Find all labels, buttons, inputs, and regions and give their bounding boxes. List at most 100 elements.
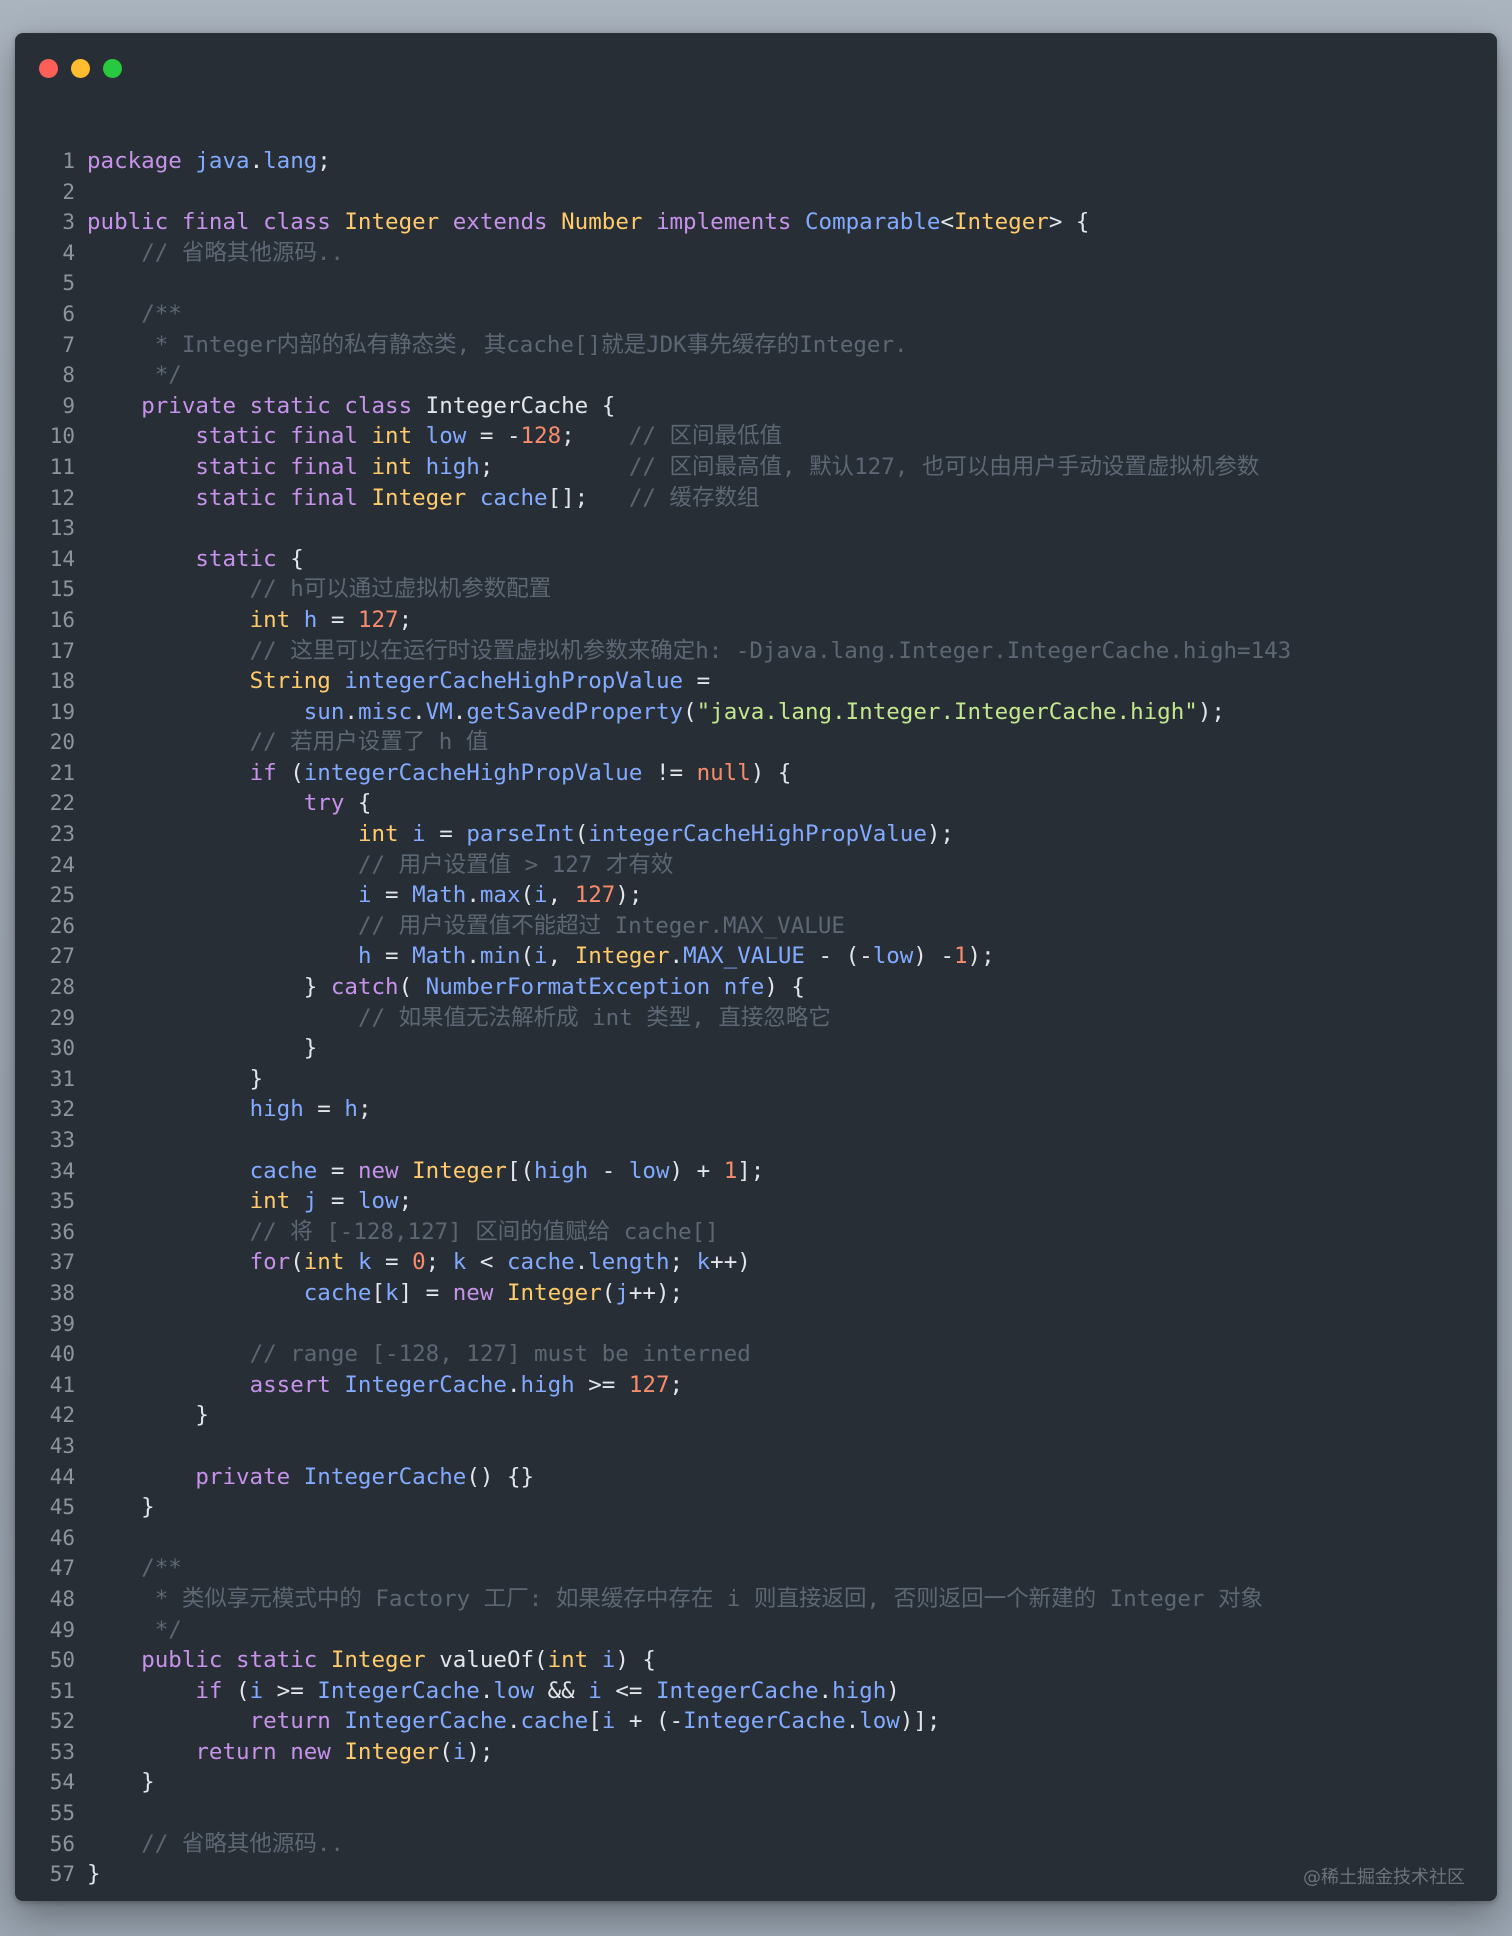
code-token: */ [154,1616,182,1643]
line-source: // range [-128, 127] must be interned [87,1339,751,1370]
maximize-window-button[interactable] [103,59,122,78]
code-token: ( [683,698,697,725]
code-token: // 省略其他源码.. [141,1830,344,1857]
code-token: = [371,943,413,970]
code-token: ) { [764,974,805,1001]
line-source: /** [87,299,182,330]
code-token: } [87,1402,209,1429]
code-token: final [290,453,358,480]
code-token: 0 [412,1249,426,1276]
line-source: } [87,1767,155,1798]
code-token: // 若用户设置了 h 值 [249,729,489,756]
line-number: 32 [49,1097,75,1122]
code-token: . [479,1677,494,1704]
code-token: int [371,423,413,450]
code-token: 127 [357,606,399,633]
line-source: h = Math.min(i, Integer.MAX_VALUE - (-lo… [87,941,995,972]
code-token: ); [926,821,954,848]
code-token: ; [398,1188,413,1215]
code-token: try [303,790,345,817]
code-token: = [317,1157,358,1184]
code-token: , [547,882,575,909]
code-token: // 区间最低值 [628,423,783,450]
code-token: min [479,943,521,970]
code-token: high [520,1371,575,1398]
code-token: public [87,209,169,236]
code-token: getSavedProperty [466,698,684,725]
code-line: 52 return IntegerCache.cache[i + (-Integ… [15,1706,1497,1737]
code-token: final [290,484,358,511]
code-token: ( [398,974,426,1001]
code-token: IntegerCache [344,1708,507,1735]
code-token: static [249,392,331,419]
code-token: IntegerCache { [412,392,616,419]
code-line: 3 public final class Integer extends Numb… [15,207,1497,238]
code-token: "java.lang.Integer.IntegerCache.high" [696,698,1198,725]
code-token: lang [263,148,318,174]
code-token: i [601,1647,616,1674]
code-line: 41 assert IntegerCache.high >= 127; [15,1370,1497,1401]
code-token: ; [669,1249,697,1276]
code-token: ( [290,1249,304,1276]
code-token: ); [615,882,643,909]
line-source: for(int k = 0; k < cache.length; k++) [87,1247,751,1278]
code-token: nfe [723,974,765,1001]
code-line: 13 [15,513,1497,544]
code-token: [ [371,1279,386,1306]
code-token: low [357,1188,399,1215]
line-source: /** [87,1553,182,1584]
line-source: // 若用户设置了 h 值 [87,727,489,758]
line-source: private IntegerCache() {} [87,1462,534,1493]
code-token: []; [547,484,629,511]
code-token: < [940,209,954,236]
code-line: 9 private static class IntegerCache { [15,391,1497,422]
code-token: valueOf( [425,1647,548,1674]
code-token: java [195,148,250,174]
code-token: . [412,698,426,725]
code-token: Integer [954,209,1049,236]
code-token: && [534,1677,589,1704]
code-token: h [357,943,372,970]
code-token: ); [1197,698,1225,725]
code-token: Math [412,882,467,909]
code-line: 50 public static Integer valueOf(int i) … [15,1645,1497,1676]
line-number: 17 [49,638,75,663]
code-token: ( [520,943,535,970]
line-number: 23 [49,822,75,847]
code-token: 127 [574,882,616,909]
code-line: 34 cache = new Integer[(high - low) + 1]… [15,1156,1497,1187]
code-token: extends [452,209,548,236]
line-source: public final class Integer extends Numbe… [87,207,1089,238]
code-token: private [141,392,237,419]
code-token: IntegerCache [344,1371,507,1398]
close-window-button[interactable] [39,59,58,78]
code-token: null [696,759,751,786]
code-token: high [534,1157,589,1184]
code-token: > { [1048,209,1090,236]
line-source: } catch( NumberFormatException nfe) { [87,972,805,1003]
line-number: 51 [49,1678,75,1703]
code-line: 42 } [15,1400,1497,1431]
code-token: Math [412,943,467,970]
minimize-window-button[interactable] [71,59,90,78]
line-number: 50 [49,1648,75,1673]
code-token: () {} [466,1463,535,1490]
code-token: catch [330,974,399,1001]
line-source: i = Math.max(i, 127); [87,880,642,911]
code-token: Comparable [804,209,941,236]
line-source: return IntegerCache.cache[i + (-IntegerC… [87,1706,941,1737]
